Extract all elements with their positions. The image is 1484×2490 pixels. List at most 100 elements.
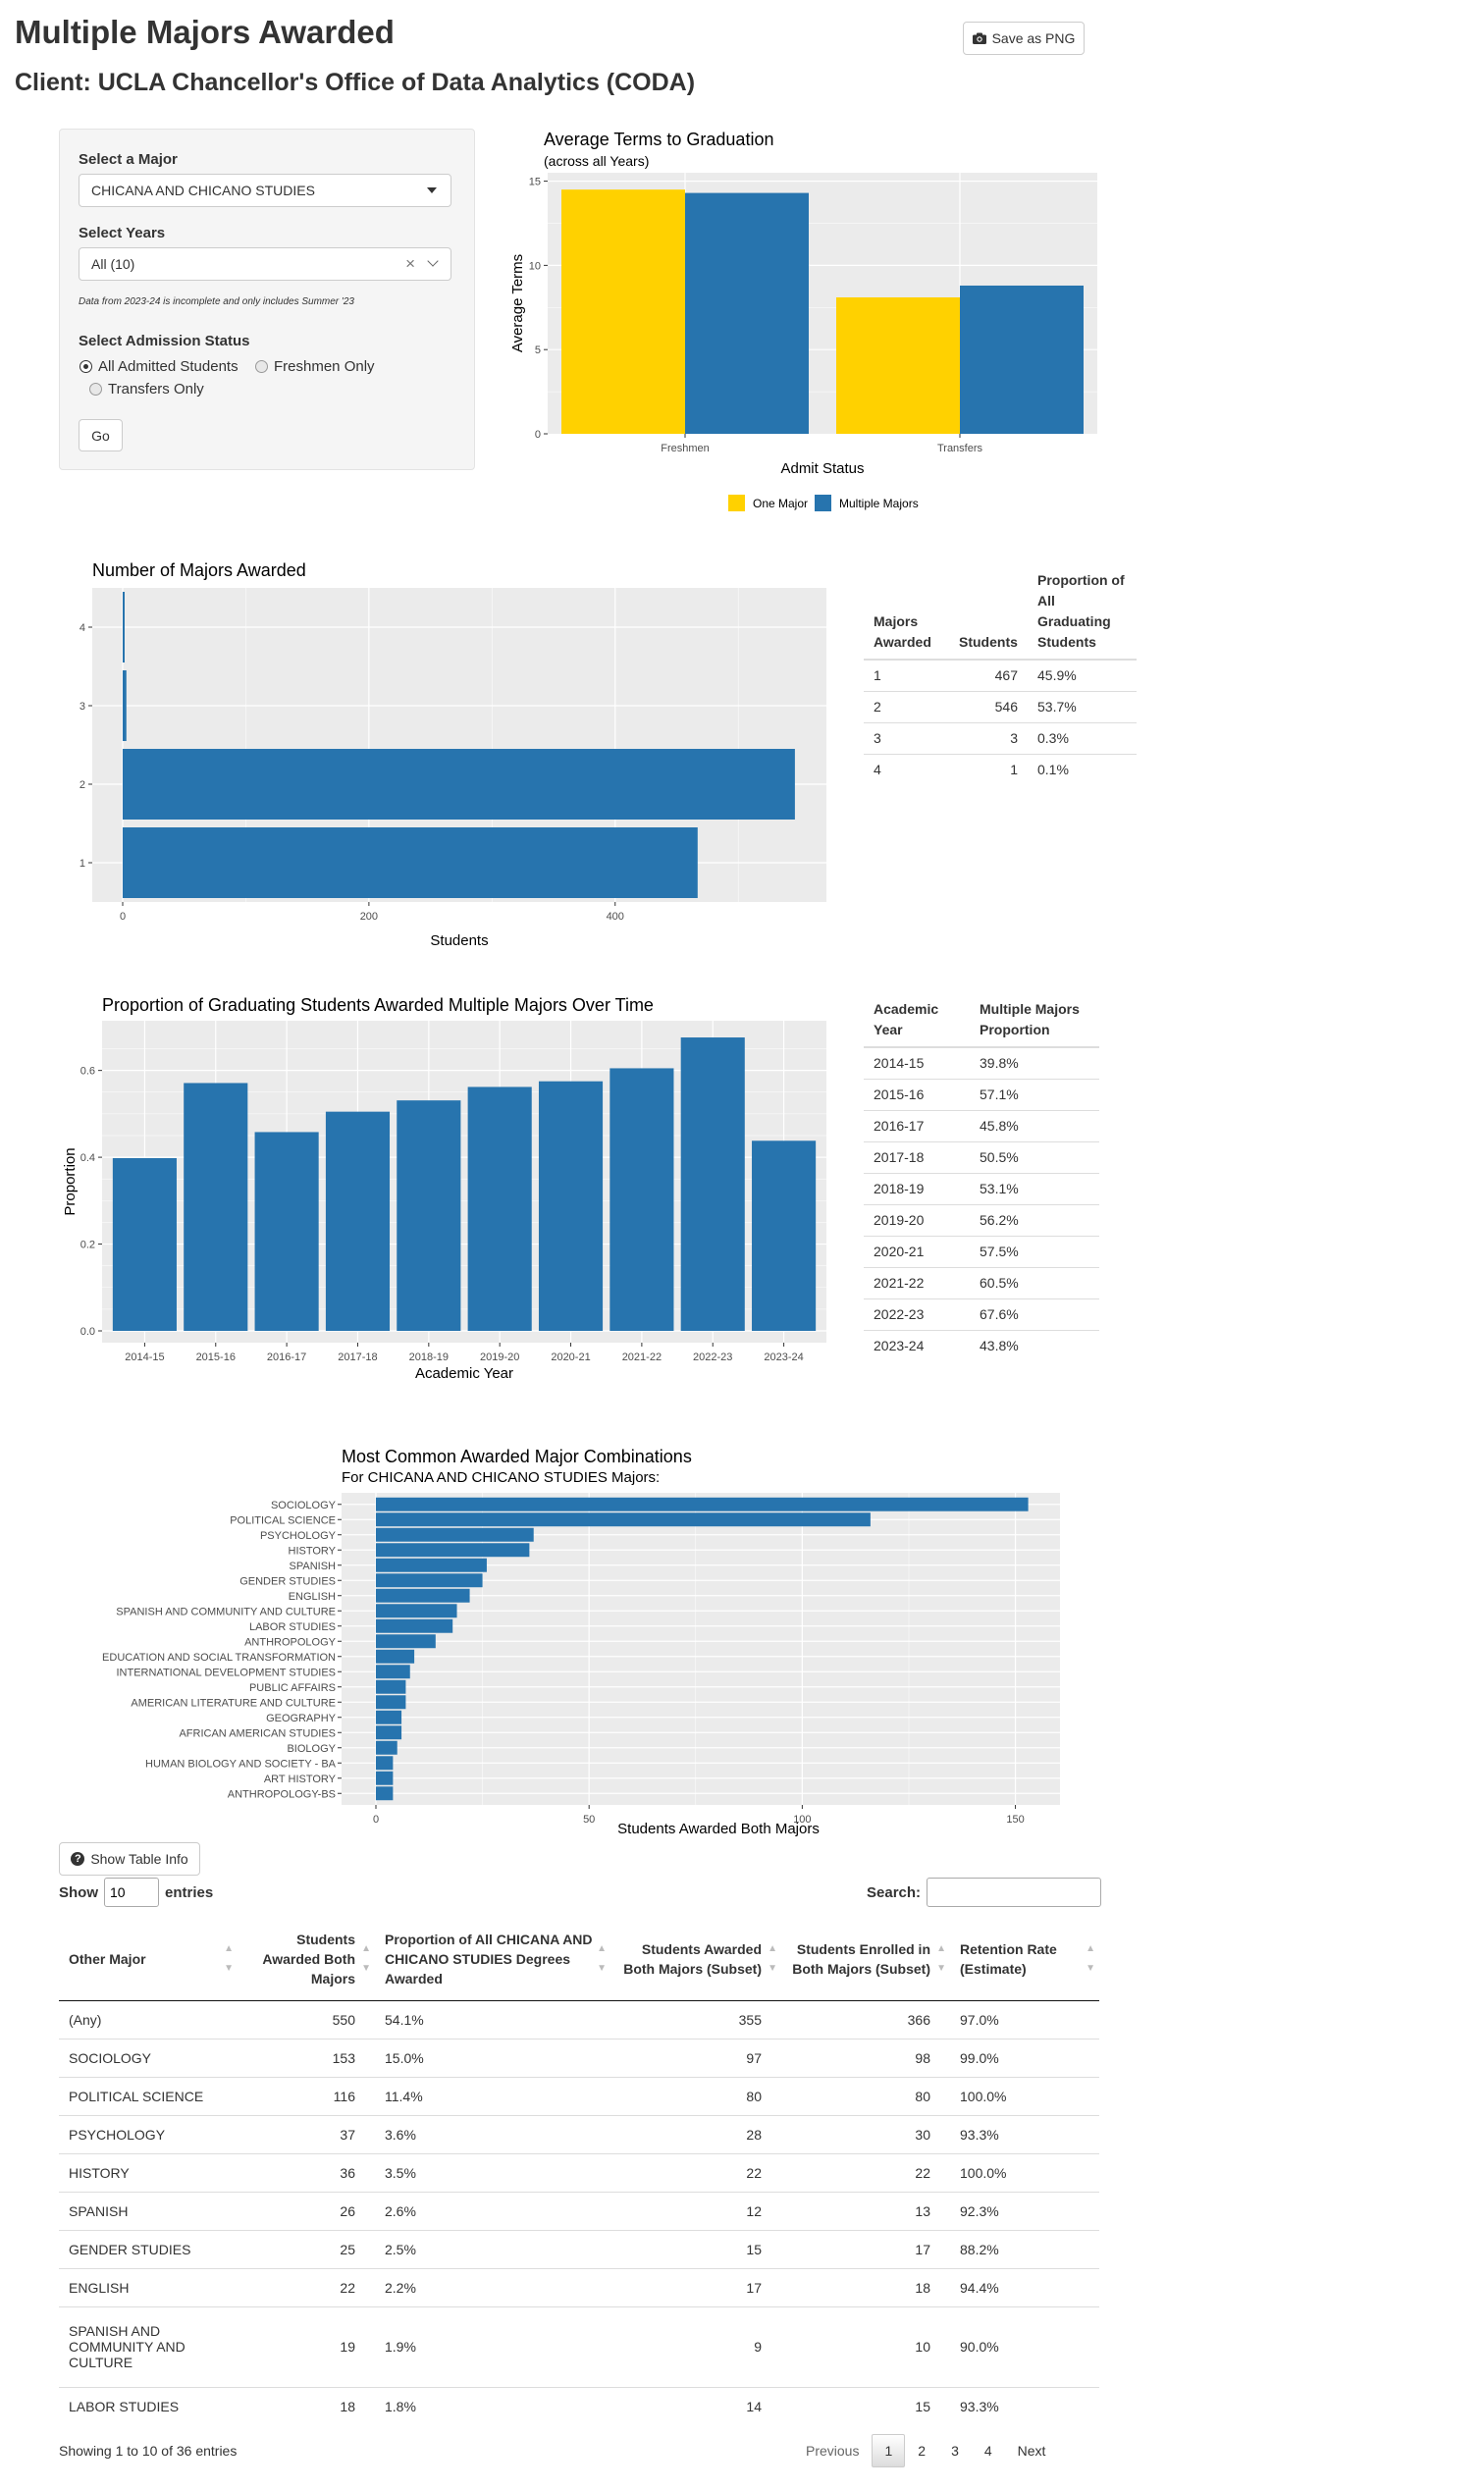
y-tick-label: 0.6 — [80, 1066, 95, 1078]
radio-freshmen-only[interactable]: Freshmen Only — [255, 358, 375, 375]
table-row: 2014-15 39.8% — [864, 1046, 1099, 1079]
length-select[interactable] — [104, 1878, 159, 1907]
pager-page-3[interactable]: 3 — [938, 2434, 972, 2467]
table-row: 2020-21 57.5% — [864, 1235, 1099, 1267]
y-tick-label: 3 — [80, 701, 85, 713]
table-cell: 53.1% — [970, 1172, 1099, 1204]
sort-icon: ▲ ▼ — [1086, 1942, 1095, 1974]
table-cell: 11.4% — [375, 2076, 610, 2115]
bar-combo — [376, 1573, 483, 1588]
x-tick-label: 2014-15 — [125, 1351, 164, 1363]
bar-combo — [376, 1740, 398, 1755]
pager-page-4[interactable]: 4 — [972, 2434, 1005, 2467]
table-cell: 57.5% — [970, 1235, 1099, 1267]
bar-combo — [376, 1527, 534, 1542]
x-tick-label: 200 — [360, 911, 378, 923]
table-row: 2017-18 50.5% — [864, 1140, 1099, 1173]
th-label: Students Awarded Both Majors (Subset) — [623, 1940, 762, 1977]
x-tick-label: 2023-24 — [764, 1351, 803, 1363]
table-cell: 15.0% — [375, 2038, 610, 2077]
chevron-down-icon[interactable] — [427, 255, 439, 267]
radio-unselected-icon — [255, 360, 268, 373]
y-tick-label: ART HISTORY — [264, 1774, 337, 1785]
bar-year-2019-20 — [467, 1086, 532, 1331]
table-cell: 88.2% — [950, 2229, 1099, 2268]
table-cell: HISTORY — [59, 2152, 238, 2192]
table-cell: 45.8% — [970, 1109, 1099, 1141]
table-cell: 30 — [781, 2114, 950, 2153]
table-row[interactable]: PSYCHOLOGY 37 3.6% 28 30 93.3% — [59, 2114, 1099, 2153]
table-row[interactable]: SPANISH 26 2.6% 12 13 92.3% — [59, 2191, 1099, 2230]
sort-icon: ▲ ▼ — [224, 1942, 234, 1974]
th-students-enrolled-subset[interactable]: Students Enrolled in Both Majors (Subset… — [781, 1918, 950, 2001]
table-cell: 18 — [238, 2386, 375, 2425]
bar-combo — [376, 1649, 415, 1664]
y-tick-label: 0 — [535, 429, 541, 441]
x-tick-label: 150 — [1006, 1814, 1024, 1826]
table-row[interactable]: (Any) 550 54.1% 355 366 97.0% — [59, 1999, 1099, 2039]
pager-page-1[interactable]: 1 — [872, 2434, 906, 2467]
x-tick-label: 2017-18 — [338, 1351, 377, 1363]
table-cell: 116 — [238, 2076, 375, 2115]
table-cell: 97 — [610, 2038, 781, 2077]
bar-year-2016-17 — [254, 1132, 319, 1331]
table-row[interactable]: LABOR STUDIES 18 1.8% 14 15 93.3% — [59, 2386, 1099, 2425]
pager-page-2[interactable]: 2 — [905, 2434, 938, 2467]
table-row[interactable]: SPANISH AND COMMUNITY AND CULTURE 19 1.9% 9… — [59, 2305, 1099, 2387]
radio-freshmen-only-label: Freshmen Only — [274, 358, 375, 375]
table-row[interactable]: POLITICAL SCIENCE 116 11.4% 80 80 100.0% — [59, 2076, 1099, 2115]
th-other-major[interactable]: Other Major ▲ ▼ — [59, 1918, 238, 2001]
question-circle-icon: ? — [71, 1852, 85, 1866]
show-table-info-button[interactable]: ? Show Table Info — [59, 1842, 200, 1876]
table-cell: 98 — [781, 2038, 950, 2077]
radio-transfers-only[interactable]: Transfers Only — [89, 381, 204, 397]
table-row[interactable]: GENDER STUDIES 25 2.5% 15 17 88.2% — [59, 2229, 1099, 2268]
x-tick-label: Freshmen — [661, 443, 710, 454]
terms-chart: Average Terms to Graduation (across all … — [509, 130, 1097, 511]
th-students-both[interactable]: Students Awarded Both Majors ▲ ▼ — [238, 1918, 375, 2001]
bar-transfers-one-major — [836, 296, 960, 434]
search-input[interactable] — [927, 1878, 1102, 1907]
combos-chart-subtitle: For CHICANA AND CHICANO STUDIES Majors: — [342, 1469, 660, 1486]
client-subtitle: Client: UCLA Chancellor's Office of Data… — [15, 69, 696, 96]
y-tick-label: 1 — [80, 858, 85, 870]
table-cell: ENGLISH — [59, 2267, 238, 2306]
x-tick-label: Transfers — [937, 443, 983, 454]
table-row[interactable]: HISTORY 36 3.5% 22 22 100.0% — [59, 2152, 1099, 2192]
table-cell: 92.3% — [950, 2191, 1099, 2230]
page-title: Multiple Majors Awarded — [15, 14, 395, 50]
save-png-button[interactable]: Save as PNG — [963, 22, 1085, 55]
table-cell: 28 — [610, 2114, 781, 2153]
bar-majors-1 — [123, 827, 698, 898]
table-cell: 22 — [610, 2152, 781, 2192]
table-cell: 1.8% — [375, 2386, 610, 2425]
th-proportion[interactable]: Proportion of All CHICANA AND CHICANO ST… — [375, 1918, 610, 2001]
th-label: Other Major — [69, 1950, 146, 1967]
x-tick-label: 0 — [120, 911, 126, 923]
table-cell: 546 — [949, 690, 1028, 722]
pager-previous[interactable]: Previous — [793, 2434, 872, 2467]
pager-next[interactable]: Next — [1005, 2434, 1059, 2467]
radio-all-admitted[interactable]: All Admitted Students — [80, 358, 238, 375]
major-select-label: Select a Major — [79, 151, 178, 168]
go-button[interactable]: Go — [79, 419, 123, 451]
table-cell: 3 — [864, 721, 949, 754]
th-students-both-subset[interactable]: Students Awarded Both Majors (Subset) ▲ ▼ — [610, 1918, 781, 2001]
th-retention[interactable]: Retention Rate (Estimate) ▲ ▼ — [950, 1918, 1099, 2001]
table-row[interactable]: SOCIOLOGY 153 15.0% 97 98 99.0% — [59, 2038, 1099, 2077]
save-png-label: Save as PNG — [991, 30, 1076, 46]
years-select[interactable]: All (10) × — [79, 247, 451, 281]
table-cell: 2016-17 — [864, 1109, 970, 1141]
clear-icon[interactable]: × — [405, 254, 415, 274]
table-row[interactable]: ENGLISH 22 2.2% 17 18 94.4% — [59, 2267, 1099, 2306]
table-cell: 3.5% — [375, 2152, 610, 2192]
bar-transfers-multiple-majors — [960, 285, 1084, 434]
table-cell: SPANISH AND COMMUNITY AND CULTURE — [59, 2305, 238, 2387]
major-select[interactable]: CHICANA AND CHICANO STUDIES — [79, 174, 451, 207]
major-select-value: CHICANA AND CHICANO STUDIES — [91, 183, 315, 198]
proportion-table: Academic Year Multiple Majors Proportion… — [864, 993, 1099, 1361]
table-cell: 2.5% — [375, 2229, 610, 2268]
table-cell: 0.3% — [1028, 721, 1137, 754]
y-tick-label: ANTHROPOLOGY-BS — [228, 1788, 336, 1800]
table-cell: 17 — [781, 2229, 950, 2268]
